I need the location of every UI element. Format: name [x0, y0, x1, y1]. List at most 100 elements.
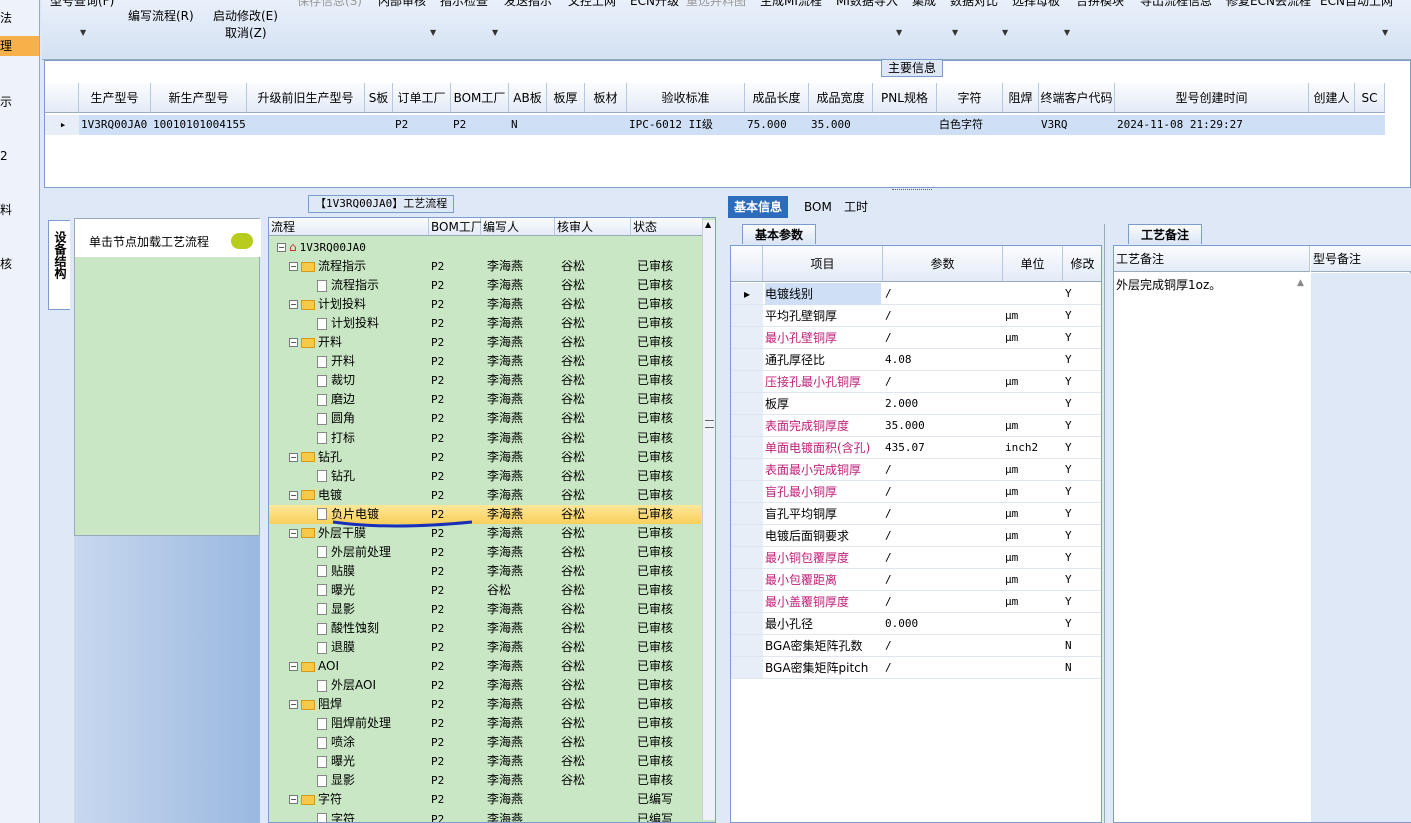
- dropdown-arrow-icon[interactable]: ▼: [896, 28, 902, 37]
- model-notes-area[interactable]: [1311, 273, 1411, 822]
- main-info-tab[interactable]: 主要信息: [881, 59, 944, 77]
- tree-node[interactable]: − AOI: [289, 657, 339, 676]
- main-row-cell[interactable]: [547, 115, 585, 135]
- main-row-cell[interactable]: [1355, 115, 1385, 135]
- main-row-cell[interactable]: 2024-11-08 21:29:27: [1115, 115, 1309, 135]
- scroll-thumb-grip[interactable]: [705, 420, 714, 428]
- left-nav-item[interactable]: 法: [0, 8, 12, 28]
- tree-row[interactable]: 裁切 P2 李海燕 谷松 已审核: [269, 371, 701, 390]
- tree-row[interactable]: 贴膜 P2 李海燕 谷松 已审核: [269, 562, 701, 581]
- main-col-header[interactable]: 板厚: [547, 83, 585, 113]
- tree-row[interactable]: − AOI P2 李海燕 谷松 已审核: [269, 657, 701, 676]
- tree-col-header[interactable]: 状态: [631, 218, 703, 236]
- dropdown-arrow-icon[interactable]: ▼: [1002, 28, 1008, 37]
- main-row-cell[interactable]: P2: [393, 115, 451, 135]
- main-col-header[interactable]: AB板: [509, 83, 547, 113]
- tree-row[interactable]: − ⌂ 1V3RQ00JA0: [269, 238, 701, 257]
- main-col-header[interactable]: 新生产型号: [151, 83, 247, 113]
- tree-row[interactable]: 外层前处理 P2 李海燕 谷松 已审核: [269, 543, 701, 562]
- main-row-cell[interactable]: 75.000: [745, 115, 809, 135]
- left-nav-item[interactable]: 料: [0, 200, 12, 220]
- toolbar-button[interactable]: 型号查询(F): [50, 0, 114, 8]
- param-value-cell[interactable]: 0.000: [885, 613, 1001, 635]
- toolbar-button[interactable]: 合拼模块: [1076, 0, 1124, 8]
- right-tab[interactable]: 基本信息: [728, 196, 789, 218]
- param-row[interactable]: 表面完成铜厚度 35.000 μm Y: [731, 415, 1101, 437]
- tree-row[interactable]: 显影 P2 李海燕 谷松 已审核: [269, 771, 701, 790]
- dropdown-arrow-icon[interactable]: ▼: [1382, 28, 1388, 37]
- main-col-header[interactable]: PNL规格: [873, 83, 937, 113]
- param-row[interactable]: 板厚 2.000 Y: [731, 393, 1101, 415]
- tree-node[interactable]: 退膜: [307, 638, 355, 657]
- tree-node[interactable]: 打标: [307, 429, 355, 448]
- main-col-header[interactable]: 成品长度: [745, 83, 809, 113]
- toolbar-button[interactable]: 内部审核: [378, 0, 426, 8]
- main-row-cell[interactable]: [585, 115, 627, 135]
- collapse-toggle-icon[interactable]: −: [289, 452, 298, 462]
- tree-row[interactable]: 显影 P2 李海燕 谷松 已审核: [269, 600, 701, 619]
- tree-node[interactable]: 流程指示: [307, 276, 379, 295]
- param-value-cell[interactable]: /: [885, 635, 1001, 657]
- param-row[interactable]: 表面最小完成铜厚 / μm Y: [731, 459, 1101, 481]
- left-nav-item[interactable]: 示: [0, 92, 12, 112]
- tree-node[interactable]: 喷涂: [307, 733, 355, 752]
- tree-node[interactable]: 裁切: [307, 371, 355, 390]
- horizontal-splitter[interactable]: [44, 188, 1411, 195]
- tree-row[interactable]: − 开料 P2 李海燕 谷松 已审核: [269, 333, 701, 352]
- tree-node[interactable]: 阻焊前处理: [307, 714, 391, 733]
- param-row[interactable]: 最小孔径 0.000 Y: [731, 613, 1101, 635]
- tree-node[interactable]: 磨边: [307, 390, 355, 409]
- param-value-cell[interactable]: 435.07: [885, 437, 1001, 459]
- write-flow-button[interactable]: 编写流程(R): [128, 10, 194, 23]
- main-col-header[interactable]: S板: [365, 83, 393, 113]
- tree-node[interactable]: − 计划投料: [289, 295, 366, 314]
- right-tab[interactable]: BOM: [798, 196, 838, 218]
- tree-row[interactable]: 打标 P2 李海燕 谷松 已审核: [269, 429, 701, 448]
- left-nav-item[interactable]: 2: [0, 146, 8, 166]
- tree-col-header[interactable]: BOM工厂: [429, 218, 483, 236]
- param-col-header[interactable]: 参数: [883, 246, 1003, 282]
- toolbar-button[interactable]: 生成MI流程: [760, 0, 822, 8]
- collapse-toggle-icon[interactable]: −: [289, 528, 298, 538]
- toolbar-button[interactable]: MI数据导入: [836, 0, 898, 8]
- tree-node[interactable]: 字符: [307, 810, 355, 822]
- param-row[interactable]: 平均孔壁铜厚 / μm Y: [731, 305, 1101, 327]
- param-value-cell[interactable]: /: [885, 547, 1001, 569]
- toolbar-button[interactable]: 重选并料图: [686, 0, 746, 8]
- tree-row[interactable]: 圆角 P2 李海燕 谷松 已审核: [269, 409, 701, 428]
- tree-row[interactable]: 酸性蚀刻 P2 李海燕 谷松 已审核: [269, 619, 701, 638]
- main-row-cell[interactable]: [365, 115, 393, 135]
- collapse-toggle-icon[interactable]: −: [289, 795, 298, 805]
- tree-node[interactable]: − 阻焊: [289, 695, 342, 714]
- tree-node[interactable]: − 流程指示: [289, 257, 366, 276]
- param-value-cell[interactable]: /: [885, 503, 1001, 525]
- param-row[interactable]: ▸ 电镀线别 / Y: [731, 283, 1101, 305]
- main-row-cell[interactable]: [247, 115, 365, 135]
- tree-col-header[interactable]: 核审人: [555, 218, 631, 236]
- tree-row[interactable]: 阻焊前处理 P2 李海燕 谷松 已审核: [269, 714, 701, 733]
- param-value-cell[interactable]: /: [885, 283, 1001, 305]
- param-row[interactable]: 盲孔最小铜厚 / μm Y: [731, 481, 1101, 503]
- tree-row[interactable]: 曝光 P2 谷松 谷松 已审核: [269, 581, 701, 600]
- param-row[interactable]: 压接孔最小孔铜厚 / μm Y: [731, 371, 1101, 393]
- tree-row[interactable]: 磨边 P2 李海燕 谷松 已审核: [269, 390, 701, 409]
- main-col-header[interactable]: 订单工厂: [393, 83, 451, 113]
- toolbar-button[interactable]: 保存信息(S): [297, 0, 362, 8]
- tree-node[interactable]: 钻孔: [307, 467, 355, 486]
- collapse-toggle-icon[interactable]: −: [289, 490, 298, 500]
- tree-col-header[interactable]: 流程: [269, 218, 429, 236]
- tree-row[interactable]: − 电镀 P2 李海燕 谷松 已审核: [269, 486, 701, 505]
- toolbar-button[interactable]: 指示检查: [440, 0, 488, 8]
- param-value-cell[interactable]: 2.000: [885, 393, 1001, 415]
- param-value-cell[interactable]: /: [885, 305, 1001, 327]
- dropdown-arrow-icon[interactable]: ▼: [492, 28, 498, 37]
- tree-row[interactable]: 字符 P2 李海燕 已编写: [269, 810, 701, 822]
- main-col-header[interactable]: 字符: [937, 83, 1003, 113]
- tree-node[interactable]: 贴膜: [307, 562, 355, 581]
- vertical-splitter[interactable]: [1104, 224, 1110, 823]
- main-row-cell[interactable]: 白色字符: [937, 115, 1003, 135]
- main-col-header[interactable]: 成品宽度: [809, 83, 873, 113]
- param-row[interactable]: 最小铜包覆厚度 / μm Y: [731, 547, 1101, 569]
- param-row[interactable]: 最小包覆距离 / μm Y: [731, 569, 1101, 591]
- main-col-header[interactable]: BOM工厂: [451, 83, 509, 113]
